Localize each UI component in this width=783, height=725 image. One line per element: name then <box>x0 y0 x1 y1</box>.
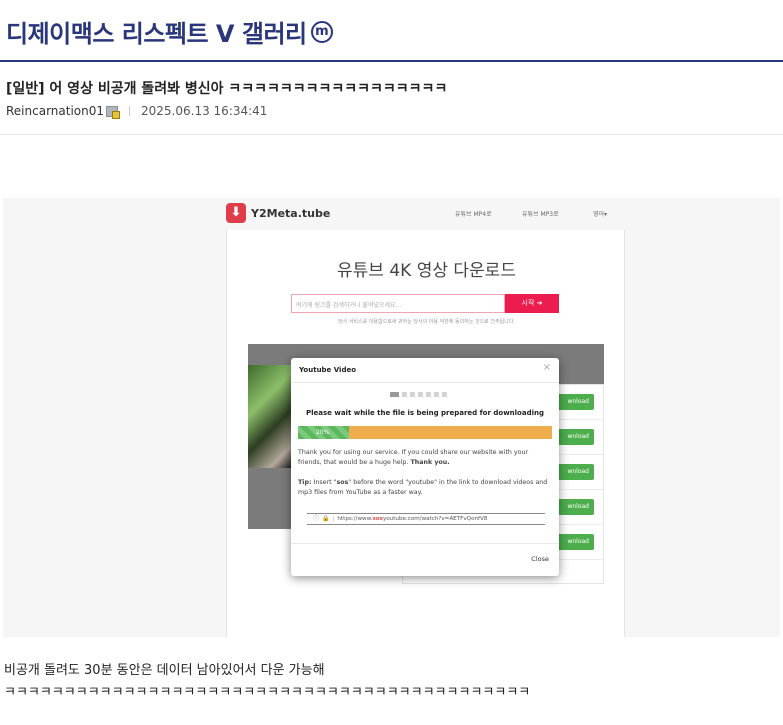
info-icon: ⓘ <box>313 515 320 522</box>
lock-icon: 🔒 <box>322 515 330 522</box>
close-button: Close <box>531 555 549 563</box>
loader-icon <box>390 392 447 397</box>
meta-separator <box>129 106 131 116</box>
gallery-title[interactable]: 디제이맥스 리스펙트 V 갤러리 m <box>6 14 333 49</box>
post-title: [일반] 어 영상 비공개 돌려봐 병신아 ㅋㅋㅋㅋㅋㅋㅋㅋㅋㅋㅋㅋㅋㅋㅋㅋㅋ <box>6 81 448 97</box>
nav-mp3: 유튜브 MP3로 <box>522 211 559 218</box>
wait-text: Please wait while the file is being prep… <box>306 409 544 417</box>
progress-bar: 20% <box>298 426 552 439</box>
fixed-nickname-icon <box>106 105 121 119</box>
body-line: 비공개 돌려도 30분 동안은 데이터 남아있어서 다운 가능해 <box>4 663 325 678</box>
download-logo-icon: ⬇ <box>226 203 246 223</box>
start-button: 시작 ➜ <box>505 294 559 313</box>
terms-note: 당사 서비스를 이용함으로써 귀하는 당사의 이용 약관에 동의하는 것으로 간… <box>338 319 515 325</box>
body-line: ㅋㅋㅋㅋㅋㅋㅋㅋㅋㅋㅋㅋㅋㅋㅋㅋㅋㅋㅋㅋㅋㅋㅋㅋㅋㅋㅋㅋㅋㅋㅋㅋㅋㅋㅋㅋㅋㅋㅋㅋ… <box>4 685 531 700</box>
site-heading: 유튜브 4K 영상 다운로드 <box>337 261 516 281</box>
tip-text: Tip: Insert "sos" before the word "youtu… <box>298 479 548 496</box>
title-divider <box>0 60 783 62</box>
site-panel: 유튜브 4K 영상 다운로드 여기에 링크를 검색하거나 붙여넣으세요... 시… <box>226 230 625 637</box>
post-meta: Reincarnation01 2025.06.13 16:34:41 <box>6 104 268 119</box>
progress-text: 20% <box>316 429 330 436</box>
close-icon: × <box>542 362 551 373</box>
post-author[interactable]: Reincarnation01 <box>6 104 104 118</box>
nav-mp4: 유튜브 MP4로 <box>455 211 492 218</box>
post-datetime: 2025.06.13 16:34:41 <box>141 104 268 118</box>
example-address-bar: ⓘ 🔒 | https://www. sos youtube.com/watch?v… <box>307 513 545 525</box>
video-thumbnail <box>248 365 292 468</box>
download-modal: Youtube Video × Please wait while the fi… <box>291 358 559 576</box>
site-header: ⬇ Y2Meta.tube 유튜브 MP4로 유튜브 MP3로 영어▾ <box>3 198 780 230</box>
thanks-text: Thank you for using our service. If you … <box>298 449 529 466</box>
embedded-screenshot[interactable]: ⬇ Y2Meta.tube 유튜브 MP4로 유튜브 MP3로 영어▾ 유튜브 … <box>3 198 780 637</box>
modal-divider <box>291 382 559 383</box>
url-input: 여기에 링크를 검색하거나 붙여넣으세요... <box>291 294 505 313</box>
minor-gallery-badge-icon: m <box>310 20 333 43</box>
gallery-title-text[interactable]: 디제이맥스 리스펙트 V 갤러리 <box>6 14 307 49</box>
meta-divider <box>0 134 783 135</box>
modal-footer-divider <box>291 543 559 544</box>
post-body: 비공개 돌려도 30분 동안은 데이터 남아있어서 다운 가능해 ㅋㅋㅋㅋㅋㅋㅋ… <box>4 660 530 704</box>
modal-title: Youtube Video <box>299 366 357 374</box>
site-name: Y2Meta.tube <box>251 207 331 220</box>
nav-language: 영어▾ <box>593 211 608 218</box>
